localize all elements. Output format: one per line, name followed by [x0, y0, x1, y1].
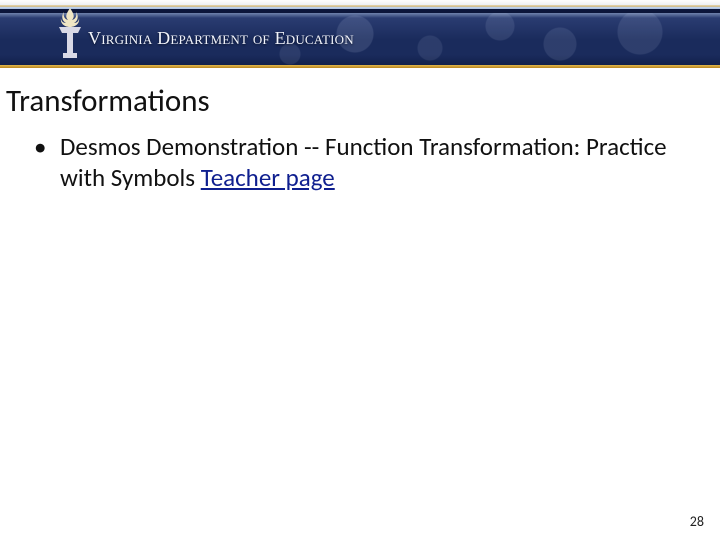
slide: Virginia Department of Education Transfo… [0, 0, 720, 540]
page-number: 28 [690, 513, 704, 530]
list-item: Desmos Demonstration -- Function Transfo… [32, 132, 668, 193]
body-content: Desmos Demonstration -- Function Transfo… [32, 132, 668, 193]
department-name: Virginia Department of Education [88, 28, 354, 49]
banner-dark-stripe [0, 9, 720, 13]
teacher-page-link[interactable]: Teacher page [201, 162, 335, 193]
department-name-text: Virginia Department of Education [88, 28, 354, 48]
bullet-text: Desmos Demonstration -- Function Transfo… [60, 131, 667, 193]
header-banner: Virginia Department of Education [0, 0, 720, 68]
banner-top-gold-stripe [0, 5, 720, 7]
torch-icon [56, 6, 84, 60]
banner-bottom-gold-stripe [0, 65, 720, 68]
page-title: Transformations [6, 82, 706, 120]
bullet-list: Desmos Demonstration -- Function Transfo… [32, 132, 668, 193]
